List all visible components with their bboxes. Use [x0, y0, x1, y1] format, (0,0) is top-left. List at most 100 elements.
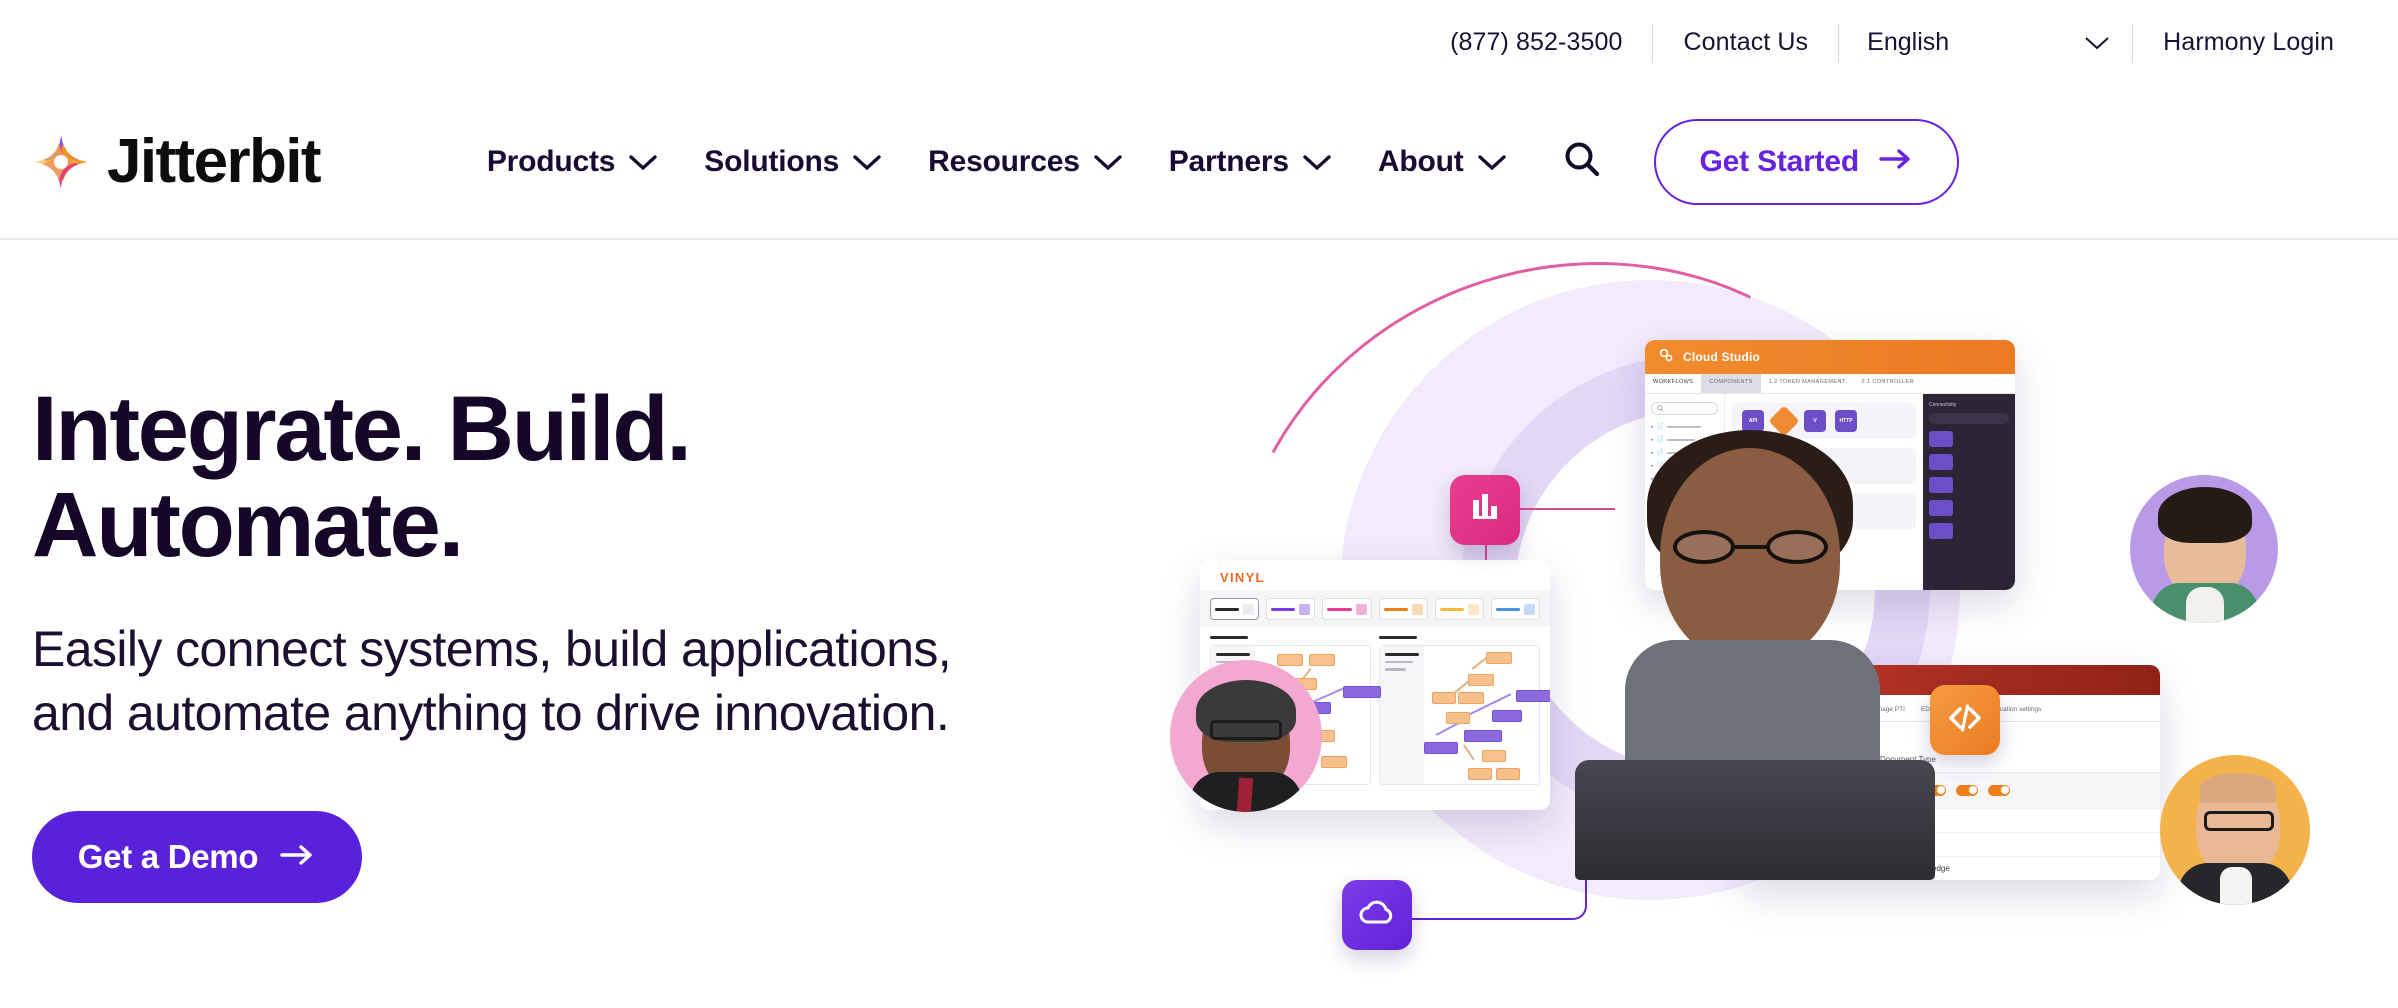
hero-copy: Integrate. Build. Automate. Easily conne…	[32, 381, 1132, 904]
sidebar-line	[1385, 668, 1407, 671]
arrow-right-icon	[1879, 147, 1913, 176]
chevron-down-icon	[1302, 153, 1332, 171]
edge	[1463, 744, 1475, 761]
cs-tab-components[interactable]: COMPONENTS	[1701, 374, 1761, 393]
sub-line-1: Easily connect systems, build applicatio…	[32, 621, 952, 678]
cloud-studio-title: Cloud Studio	[1683, 350, 1761, 364]
get-started-button[interactable]: Get Started	[1653, 118, 1960, 205]
cs-tab-token-management[interactable]: 1.2 TOKEN MANAGEMENT	[1761, 374, 1854, 393]
workflow-diagram	[1424, 646, 1550, 784]
get-a-demo-button[interactable]: Get a Demo	[32, 811, 362, 904]
node	[1492, 710, 1522, 722]
tree-item[interactable]: ▸📄	[1651, 423, 1718, 430]
node	[1321, 756, 1347, 768]
site-header: Jitterbit Products Solutions Resources P…	[0, 85, 2398, 240]
nav-label: Products	[486, 144, 616, 178]
node	[1468, 674, 1494, 686]
tab-line	[1495, 607, 1521, 611]
page-title: Integrate. Build. Automate.	[32, 381, 1132, 576]
cs-tab-workflows[interactable]: WORKFLOWS	[1645, 374, 1702, 393]
node	[1424, 742, 1458, 754]
vinyl-column	[1379, 636, 1550, 785]
tab-chip	[1355, 603, 1367, 615]
search-button[interactable]	[1556, 136, 1608, 188]
avatar-left	[1170, 660, 1322, 812]
tab-chip	[1299, 603, 1311, 615]
nav-item-partners[interactable]: Partners	[1146, 145, 1355, 179]
connectivity-search[interactable]	[1929, 413, 2009, 424]
vinyl-tab[interactable]	[1490, 598, 1541, 620]
column-caption	[1210, 636, 1248, 639]
node	[1482, 750, 1506, 762]
nav-label: Resources	[928, 144, 1080, 178]
tab-chip	[1467, 603, 1479, 615]
connectivity-title: Connectivity	[1929, 402, 1957, 408]
chevron-down-icon	[2084, 35, 2110, 51]
sidebar-line	[1385, 653, 1419, 656]
search-icon	[1562, 139, 1602, 184]
vinyl-tab[interactable]	[1434, 598, 1484, 620]
nav-item-solutions[interactable]: Solutions	[681, 145, 905, 179]
vinyl-tab[interactable]	[1266, 598, 1316, 620]
nav-item-resources[interactable]: Resources	[905, 145, 1146, 179]
code-icon	[1946, 699, 1984, 742]
cloud-studio-header: Cloud Studio	[1645, 340, 2015, 374]
sidebar-line	[1216, 653, 1250, 656]
harmony-login-link[interactable]: Harmony Login	[2133, 28, 2364, 57]
toggle-switch[interactable]	[1988, 784, 2010, 796]
node	[1277, 654, 1303, 666]
vinyl-title: VINYL	[1220, 570, 1265, 585]
tab-line	[1271, 607, 1296, 611]
contact-us-link[interactable]: Contact Us	[1653, 28, 1838, 57]
node	[1458, 692, 1484, 704]
chevron-down-icon	[1477, 153, 1507, 171]
tab-line	[1327, 607, 1352, 611]
node	[1309, 654, 1335, 666]
cloud-icon	[1357, 898, 1397, 933]
node-http: HTTP	[1835, 410, 1857, 432]
central-person	[1565, 430, 1945, 880]
phone-number[interactable]: (877) 852-3500	[1420, 28, 1652, 57]
cs-tab-controller[interactable]: 2.1 CONTROLLER	[1854, 374, 1922, 393]
tab-line	[1439, 607, 1464, 611]
node	[1343, 686, 1381, 698]
vinyl-tab[interactable]	[1322, 598, 1372, 620]
nav-label: Solutions	[704, 144, 840, 178]
tab-chip	[1243, 603, 1255, 615]
node	[1464, 730, 1502, 742]
logo[interactable]: Jitterbit	[32, 126, 322, 196]
nav-item-products[interactable]: Products	[464, 145, 681, 179]
hero-section: Integrate. Build. Automate. Easily conne…	[0, 172, 2398, 1008]
chevron-down-icon	[1093, 153, 1123, 171]
hero-illustration: VINYL Cloud Studio WORKFLOWS COMPONENTS …	[1148, 172, 2380, 998]
bar-chart-icon	[1467, 490, 1503, 531]
node	[1496, 768, 1520, 780]
vinyl-tab[interactable]	[1378, 598, 1428, 620]
language-selector[interactable]: English	[1839, 28, 2132, 57]
tab-line	[1215, 607, 1240, 611]
hero-subheading: Easily connect systems, build applicatio…	[32, 617, 1132, 745]
nav-item-about[interactable]: About	[1355, 145, 1530, 179]
heading-line-2: Automate.	[32, 473, 464, 576]
language-label: English	[1867, 28, 1950, 56]
column-caption	[1379, 636, 1417, 639]
vinyl-tab[interactable]	[1210, 598, 1260, 620]
tab-line	[1383, 607, 1408, 611]
nav-label: Partners	[1168, 144, 1289, 178]
get-a-demo-label: Get a Demo	[77, 838, 259, 876]
vinyl-tab-row	[1200, 591, 1550, 627]
lens-left	[1673, 530, 1735, 564]
node	[1486, 652, 1512, 664]
main-navigation: Products Solutions Resources Partners Ab…	[464, 145, 1530, 179]
toggle-switch[interactable]	[1956, 784, 1978, 796]
jitterbit-sparkle-icon	[32, 133, 90, 191]
node	[1516, 690, 1550, 702]
sidebar-search-input[interactable]	[1651, 402, 1718, 415]
heading-line-1: Integrate. Build.	[32, 378, 692, 480]
tab-chip	[1411, 603, 1423, 615]
diagram-card[interactable]	[1379, 645, 1550, 785]
lens-right	[1766, 530, 1828, 564]
avatar-top-right	[2130, 475, 2278, 623]
nav-label: About	[1377, 144, 1464, 178]
logo-wordmark: Jitterbit	[107, 126, 322, 196]
